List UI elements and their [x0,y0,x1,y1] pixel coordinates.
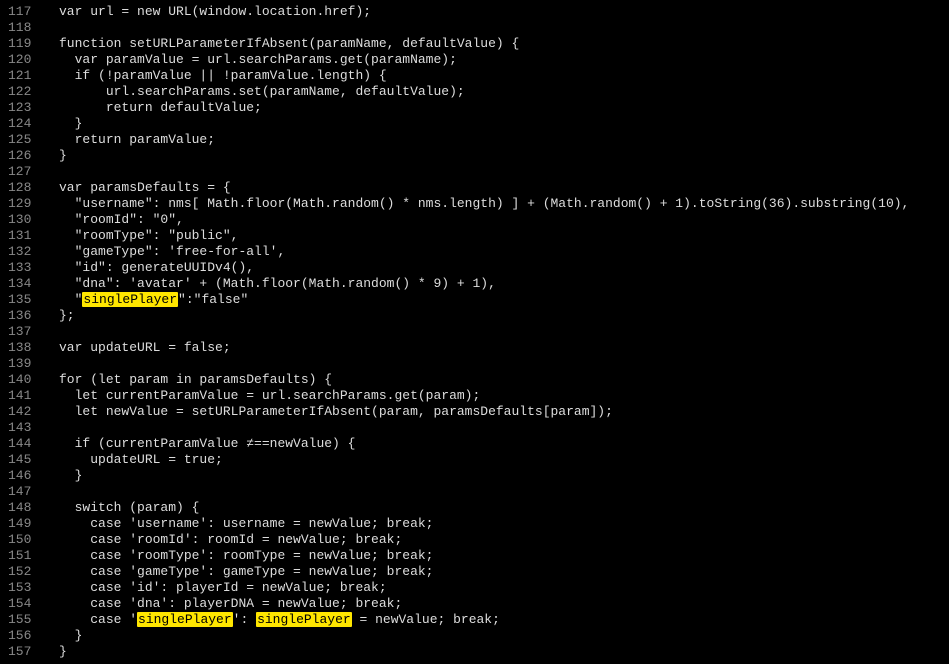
line-number: 123 [8,100,31,116]
code-line[interactable]: "singlePlayer":"false" [43,292,949,308]
code-line[interactable]: "roomId": "0", [43,212,949,228]
code-line[interactable] [43,324,949,340]
line-number: 140 [8,372,31,388]
code-line[interactable]: function setURLParameterIfAbsent(paramNa… [43,36,949,52]
line-number: 148 [8,500,31,516]
search-highlight: singlePlayer [256,612,352,627]
line-number: 126 [8,148,31,164]
code-line[interactable]: case 'roomId': roomId = newValue; break; [43,532,949,548]
code-line[interactable] [43,20,949,36]
line-number: 139 [8,356,31,372]
line-number: 138 [8,340,31,356]
line-number: 119 [8,36,31,52]
code-line[interactable]: "gameType": 'free-for-all', [43,244,949,260]
code-line[interactable]: if (currentParamValue ≠== newValue) { [43,436,949,452]
code-line[interactable]: } [43,628,949,644]
line-number: 150 [8,532,31,548]
code-content[interactable]: var url = new URL(window.location.href);… [43,4,949,660]
line-number: 125 [8,132,31,148]
code-line[interactable]: } [43,148,949,164]
code-line[interactable]: case 'dna': playerDNA = newValue; break; [43,596,949,612]
code-line[interactable]: var paramsDefaults = { [43,180,949,196]
line-number: 121 [8,68,31,84]
line-number: 127 [8,164,31,180]
line-number: 135 [8,292,31,308]
line-number-gutter: 1171181191201211221231241251261271281291… [0,4,43,660]
code-line[interactable]: return defaultValue; [43,100,949,116]
code-editor[interactable]: 1171181191201211221231241251261271281291… [0,0,949,664]
code-line[interactable]: "id": generateUUIDv4(), [43,260,949,276]
line-number: 131 [8,228,31,244]
line-number: 137 [8,324,31,340]
code-line[interactable]: "username": nms[ Math.floor(Math.random(… [43,196,949,212]
line-number: 132 [8,244,31,260]
code-line[interactable]: case 'singlePlayer': singlePlayer = newV… [43,612,949,628]
code-line[interactable]: var url = new URL(window.location.href); [43,4,949,20]
line-number: 141 [8,388,31,404]
not-equal-operator: ≠== [246,436,262,452]
code-line[interactable] [43,164,949,180]
search-highlight: singlePlayer [82,292,178,307]
code-line[interactable]: var updateURL = false; [43,340,949,356]
code-line[interactable]: } [43,468,949,484]
code-line[interactable]: "dna": 'avatar' + (Math.floor(Math.rando… [43,276,949,292]
code-line[interactable] [43,420,949,436]
line-number: 136 [8,308,31,324]
code-line[interactable]: } [43,644,949,660]
line-number: 130 [8,212,31,228]
line-number: 154 [8,596,31,612]
line-number: 129 [8,196,31,212]
code-line[interactable]: let newValue = setURLParameterIfAbsent(p… [43,404,949,420]
code-line[interactable]: for (let param in paramsDefaults) { [43,372,949,388]
line-number: 146 [8,468,31,484]
code-line[interactable]: let currentParamValue = url.searchParams… [43,388,949,404]
code-line[interactable]: } [43,116,949,132]
line-number: 122 [8,84,31,100]
line-number: 142 [8,404,31,420]
code-line[interactable]: }; [43,308,949,324]
line-number: 120 [8,52,31,68]
code-line[interactable]: case 'roomType': roomType = newValue; br… [43,548,949,564]
code-line[interactable]: case 'id': playerId = newValue; break; [43,580,949,596]
line-number: 128 [8,180,31,196]
code-line[interactable] [43,356,949,372]
code-line[interactable]: if (!paramValue || !paramValue.length) { [43,68,949,84]
code-line[interactable]: switch (param) { [43,500,949,516]
line-number: 153 [8,580,31,596]
line-number: 133 [8,260,31,276]
code-line[interactable]: url.searchParams.set(paramName, defaultV… [43,84,949,100]
line-number: 118 [8,20,31,36]
line-number: 144 [8,436,31,452]
line-number: 149 [8,516,31,532]
code-line[interactable]: return paramValue; [43,132,949,148]
code-line[interactable]: updateURL = true; [43,452,949,468]
line-number: 134 [8,276,31,292]
line-number: 151 [8,548,31,564]
line-number: 155 [8,612,31,628]
line-number: 147 [8,484,31,500]
code-line[interactable]: case 'username': username = newValue; br… [43,516,949,532]
line-number: 156 [8,628,31,644]
line-number: 143 [8,420,31,436]
line-number: 124 [8,116,31,132]
code-line[interactable] [43,484,949,500]
line-number: 117 [8,4,31,20]
line-number: 152 [8,564,31,580]
line-number: 145 [8,452,31,468]
search-highlight: singlePlayer [137,612,233,627]
code-line[interactable]: var paramValue = url.searchParams.get(pa… [43,52,949,68]
line-number: 157 [8,644,31,660]
code-line[interactable]: "roomType": "public", [43,228,949,244]
code-line[interactable]: case 'gameType': gameType = newValue; br… [43,564,949,580]
